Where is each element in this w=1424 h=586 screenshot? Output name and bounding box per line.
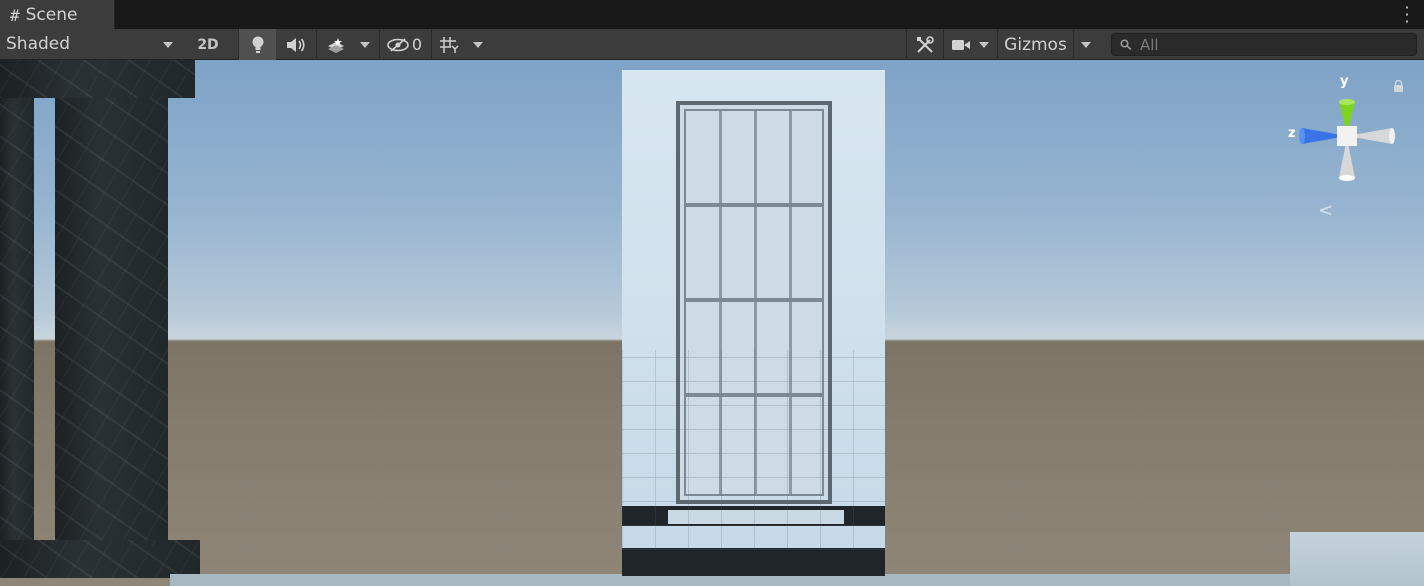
effects-icon [327, 37, 344, 53]
axis-gizmo-icon [1299, 99, 1395, 181]
tab-bar: # Scene · · · [0, 0, 1424, 30]
tools-icon [916, 35, 934, 53]
search-input[interactable]: All [1111, 33, 1417, 56]
grid-snap-button[interactable] [431, 29, 465, 60]
draw-mode-label: Shaded [6, 34, 71, 54]
scene-viewport[interactable] [0, 60, 1424, 586]
scene-toolbar: Shaded 2D 0 Gizmos All [0, 29, 1424, 60]
marble-base [0, 540, 200, 578]
draw-mode-dropdown[interactable]: Shaded [0, 29, 185, 60]
panel-base [622, 548, 885, 576]
audio-icon [287, 37, 305, 52]
kebab-menu-icon[interactable]: · · · [1404, 0, 1410, 30]
window-transom [686, 203, 822, 207]
lighting-toggle-button[interactable] [238, 29, 276, 60]
dropdown-arrow-icon [360, 41, 370, 48]
axis-y-label: y [1340, 74, 1349, 89]
marble-pillar-left [0, 60, 34, 550]
toggle-2d-label: 2D [197, 36, 219, 53]
grid-hash-icon: # [10, 5, 20, 25]
window-transom [686, 298, 822, 302]
lock-icon[interactable] [1393, 80, 1404, 92]
effects-dropdown[interactable] [354, 29, 376, 60]
search-icon [1120, 38, 1132, 50]
grid-snap-icon [439, 36, 459, 53]
marble-beam [0, 60, 195, 98]
visibility-icon [387, 37, 409, 52]
camera-icon [951, 39, 970, 50]
scene-visibility-button[interactable]: 0 [379, 29, 429, 60]
gizmos-dropdown[interactable] [1073, 29, 1097, 60]
perspective-toggle[interactable]: < [1318, 200, 1333, 221]
gizmos-toggle-button[interactable]: Gizmos [997, 29, 1073, 60]
gizmos-label: Gizmos [1004, 34, 1067, 55]
tab-scene-label: Scene [25, 5, 78, 25]
tools-button[interactable] [906, 29, 942, 60]
dropdown-arrow-icon [1080, 41, 1091, 48]
effects-toggle-button[interactable] [316, 29, 354, 60]
camera-settings-button[interactable] [943, 29, 995, 60]
lightbulb-icon [252, 36, 263, 53]
toggle-2d-button[interactable]: 2D [190, 29, 226, 60]
dropdown-arrow-icon [978, 41, 989, 48]
tab-scene[interactable]: # Scene [0, 0, 115, 30]
audio-toggle-button[interactable] [277, 29, 315, 60]
orientation-gizmo[interactable]: y z [1284, 70, 1404, 220]
axis-z-label: z [1288, 126, 1296, 141]
hidden-count: 0 [411, 35, 423, 54]
grid-snap-dropdown[interactable] [465, 29, 491, 60]
search-placeholder: All [1140, 35, 1159, 54]
dropdown-arrow-icon [473, 41, 483, 48]
floor-slab [1290, 532, 1424, 586]
marble-pillar [55, 60, 168, 540]
grid-overlay [622, 350, 885, 550]
dropdown-arrow-icon [163, 42, 173, 48]
